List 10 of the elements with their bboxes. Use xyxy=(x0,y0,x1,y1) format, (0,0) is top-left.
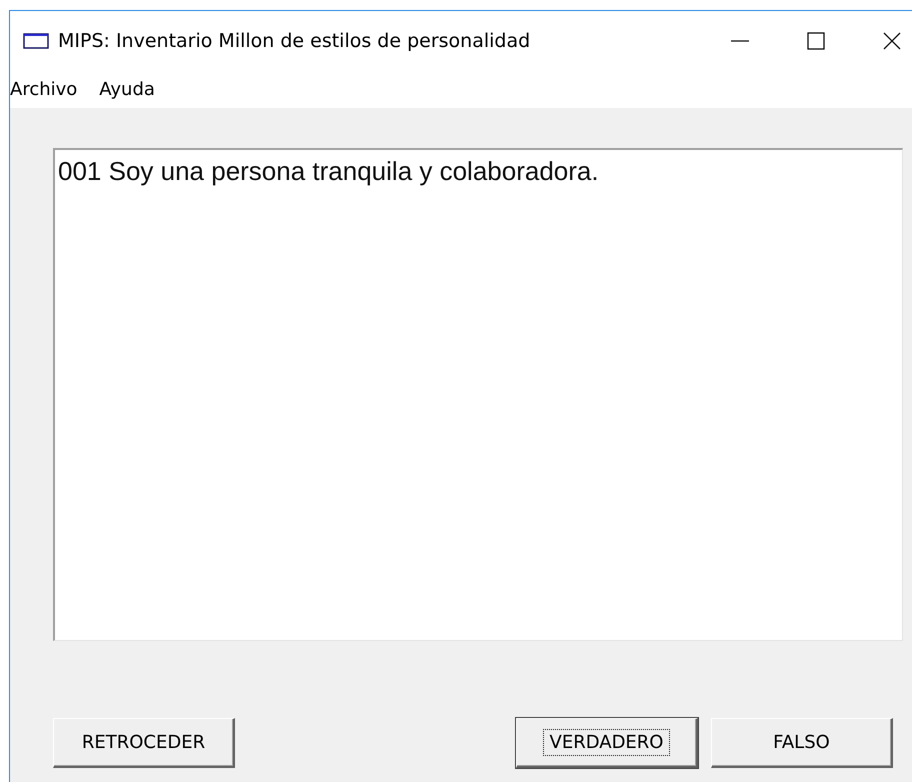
menu-item[interactable]: Ayuda xyxy=(99,78,155,100)
window-title: MIPS: Inventario Millon de estilos de personalidad xyxy=(58,30,530,52)
back-button[interactable]: RETROCEDER xyxy=(53,718,235,768)
answer-button[interactable]: FALSO xyxy=(711,718,893,768)
menu-item[interactable]: Archivo xyxy=(10,78,78,100)
question-text: 001 Soy una persona tranquila y colaboradora. xyxy=(58,156,599,186)
close-icon[interactable] xyxy=(882,30,902,50)
answer-button[interactable]: VERDADERO xyxy=(516,718,698,768)
window-icon xyxy=(23,32,49,48)
maximize-icon[interactable] xyxy=(806,30,826,50)
